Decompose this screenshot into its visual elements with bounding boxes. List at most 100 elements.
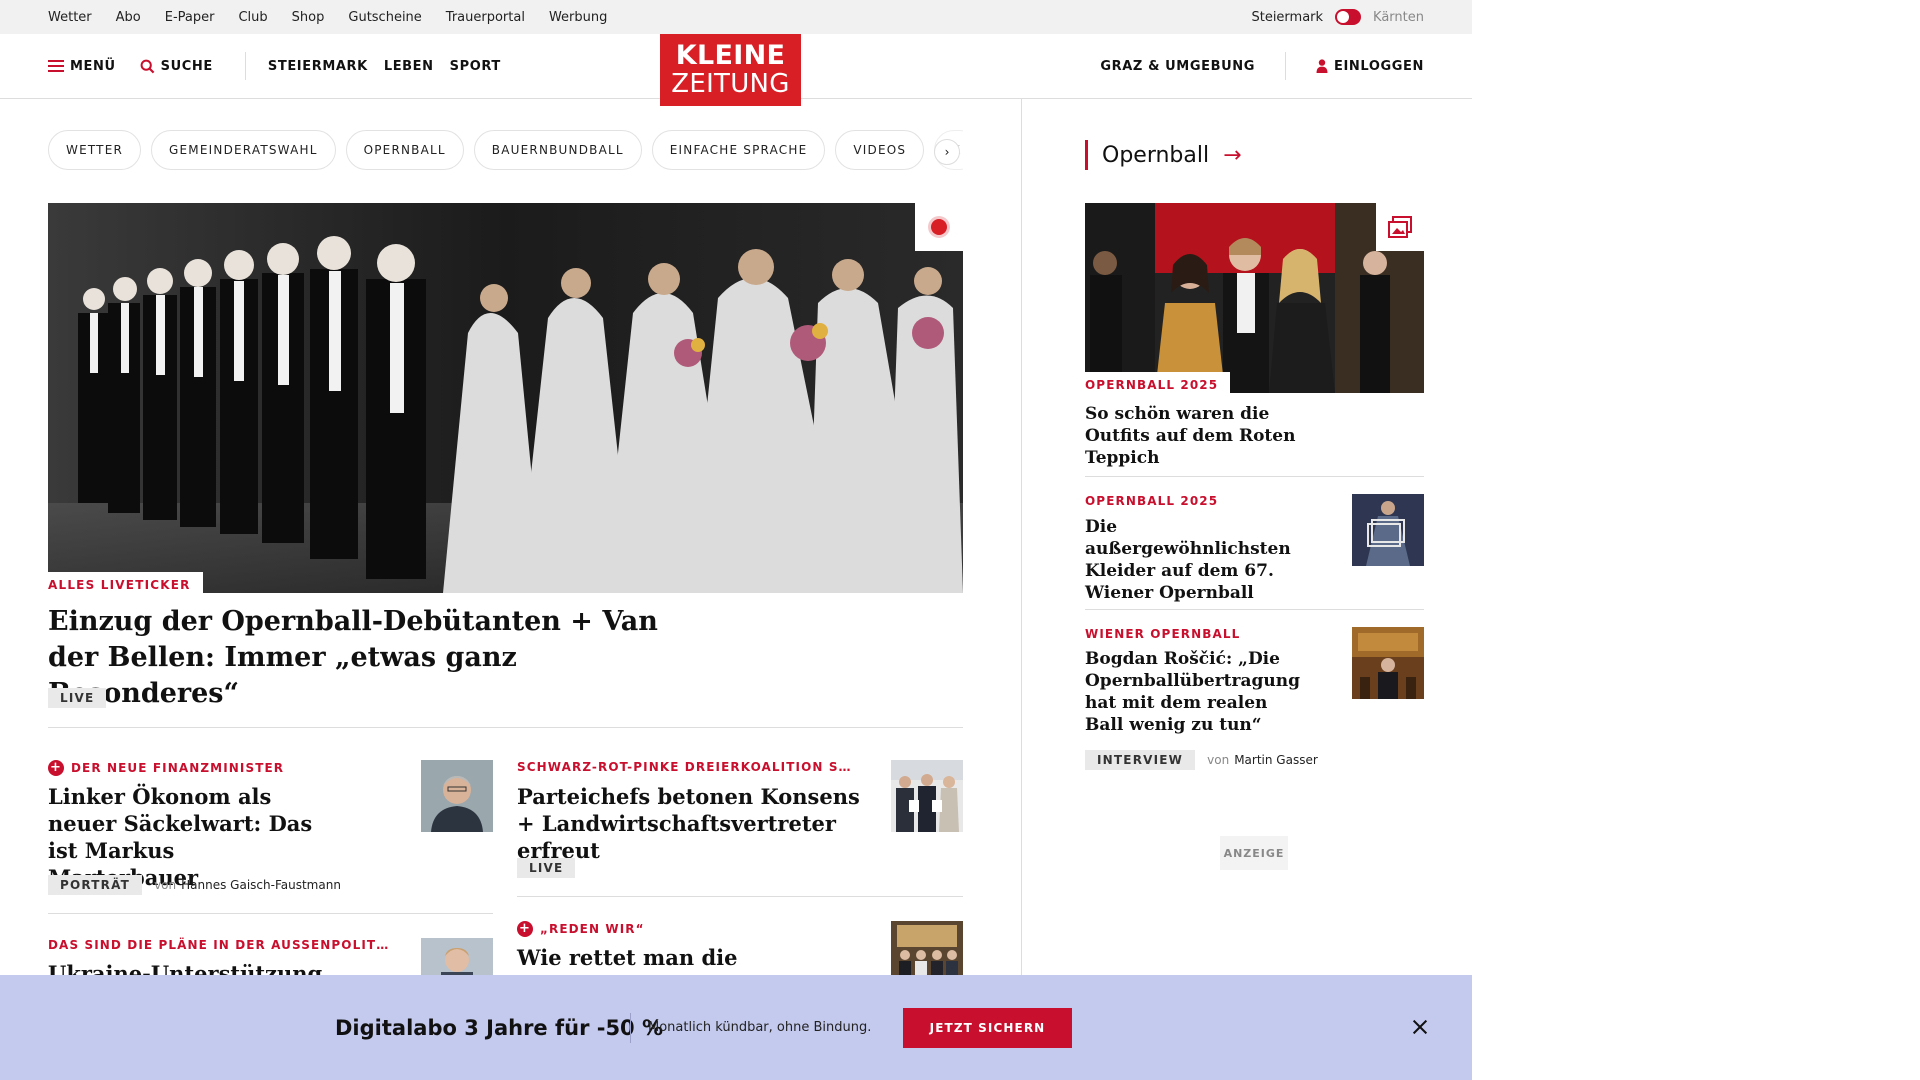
sidebar-3-headline[interactable]: Bogdan Roščić: „Die Opernballübertragung… (1085, 648, 1300, 736)
utility-link-epaper[interactable]: E-Paper (165, 10, 215, 25)
utility-link-gutscheine[interactable]: Gutscheine (348, 10, 421, 25)
region-active-label[interactable]: Steiermark (1251, 10, 1323, 25)
teaser-4-headline[interactable]: Wie rettet man die (517, 944, 847, 971)
page: Wetter Abo E-Paper Club Shop Gutscheine … (0, 0, 1472, 1080)
sidebar-2-thumbnail[interactable] (1352, 494, 1424, 566)
teaser-2-divider (517, 896, 963, 897)
sidebar-3-kicker[interactable]: WIENER OPERNBALL (1085, 627, 1240, 641)
topic-pill-bauernbundball[interactable]: BAUERNBUNDBALL (473, 130, 642, 170)
teaser-1-kicker[interactable]: + DER NEUE FINANZMINISTER (48, 760, 284, 776)
sidebar-1-headline[interactable]: So schön waren die Outfits auf dem Roten… (1085, 403, 1335, 469)
promo-headline: Digitalabo 3 Jahre für -50 % (335, 1015, 664, 1040)
local-edition-link[interactable]: GRAZ & UMGEBUNG (1100, 59, 1255, 74)
teaser-1-divider (48, 913, 493, 914)
sidebar-3-author[interactable]: Martin Gasser (1234, 753, 1318, 767)
hero-headline[interactable]: Einzug der Opernball-Debütanten + Van de… (48, 604, 688, 712)
gallery-indicator (1376, 203, 1424, 251)
utility-link-wetter[interactable]: Wetter (48, 10, 92, 25)
region-other-label[interactable]: Kärnten (1373, 10, 1424, 25)
premium-plus-icon: + (517, 921, 533, 937)
opernball-section-link[interactable]: Opernball → (1085, 140, 1242, 170)
utility-link-trauerportal[interactable]: Trauerportal (446, 10, 525, 25)
premium-plus-icon: + (48, 760, 64, 776)
sidebar-divider-1 (1085, 476, 1424, 477)
hero-photo-debutants (48, 203, 963, 593)
nav-sport[interactable]: SPORT (450, 59, 501, 74)
gallery-icon (1388, 216, 1412, 238)
hero-divider (48, 727, 963, 728)
teaser-4-kicker[interactable]: + „REDEN WIR“ (517, 921, 645, 937)
menu-label: MENÜ (70, 58, 116, 74)
sidebar-1-kicker[interactable]: OPERNBALL 2025 (1085, 372, 1231, 396)
topic-pill-videos[interactable]: VIDEOS (835, 130, 925, 170)
sidebar-3-byline: INTERVIEW von Martin Gasser (1085, 750, 1318, 770)
hero-kicker[interactable]: ALLES LIVETICKER (48, 572, 203, 596)
login-label: EINLOGGEN (1334, 58, 1424, 74)
teaser-2-headline[interactable]: Parteichefs betonen Konsens + Landwirtsc… (517, 783, 877, 864)
byline-prefix: von (1207, 753, 1230, 767)
promo-divider (630, 1013, 631, 1043)
login-button[interactable]: EINLOGGEN (1316, 59, 1424, 74)
search-button[interactable]: SUCHE (140, 59, 213, 74)
teaser-2-thumbnail[interactable] (891, 760, 963, 832)
teaser-1-author[interactable]: Hannes Gaisch-Faustmann (181, 878, 341, 892)
live-dot-icon (931, 219, 947, 235)
utility-link-shop[interactable]: Shop (292, 10, 325, 25)
gown-photo (1352, 494, 1424, 566)
nav-steiermark[interactable]: STEIERMARK (268, 59, 368, 74)
opera-hall-photo (1352, 627, 1424, 699)
live-indicator (915, 203, 963, 251)
teaser-2-live-badge: LIVE (517, 858, 576, 878)
utility-links: Wetter Abo E-Paper Club Shop Gutscheine … (48, 0, 607, 34)
header-divider-right (1285, 52, 1287, 80)
nav-leben[interactable]: LEBEN (384, 59, 434, 74)
red-carpet-photo (1085, 203, 1424, 393)
topic-pills: WETTER GEMEINDERATSWAHL OPERNBALL BAUERN… (48, 130, 963, 172)
party-leaders-photo (891, 760, 963, 832)
search-icon (140, 59, 155, 73)
teaser-1-byline: PORTRÄT von Hannes Gaisch-Faustmann (48, 875, 341, 895)
byline-prefix: von (154, 878, 177, 892)
hamburger-icon (48, 60, 64, 72)
header-left: MENÜ SUCHE STEIERMARK LEBEN SPORT (48, 34, 501, 98)
teaser-1-thumbnail[interactable] (421, 760, 493, 832)
topic-pill-gemeinderatswahl[interactable]: GEMEINDERATSWAHL (151, 130, 336, 170)
subscription-banner: Digitalabo 3 Jahre für -50 % Monatlich k… (0, 975, 1472, 1080)
region-switch: Steiermark Kärnten (1251, 0, 1424, 34)
hero-live-badge: LIVE (48, 688, 107, 708)
browser-viewport: Wetter Abo E-Paper Club Shop Gutscheine … (0, 0, 1920, 1080)
user-icon (1316, 59, 1328, 73)
sidebar-lead-image[interactable] (1085, 203, 1424, 393)
search-label: SUCHE (160, 58, 213, 74)
teaser-3-kicker[interactable]: DAS SIND DIE PLÄNE IN DER AUSSENPOLIT… (48, 938, 389, 952)
sidebar-2-headline[interactable]: Die außergewöhnlichsten Kleider auf dem … (1085, 516, 1315, 604)
kleine-zeitung-logo[interactable]: KLEINE ZEITUNG (660, 34, 801, 106)
region-toggle[interactable] (1335, 9, 1362, 25)
logo-line-1: KLEINE (675, 40, 786, 71)
teaser-2-kicker[interactable]: SCHWARZ-ROT-PINKE DREIERKOALITION S… (517, 760, 852, 774)
topic-pill-einfache-sprache[interactable]: EINFACHE SPRACHE (651, 130, 826, 170)
sidebar-2-kicker[interactable]: OPERNBALL 2025 (1085, 494, 1218, 508)
topic-pill-wetter[interactable]: WETTER (48, 130, 142, 170)
teaser-4-kicker-text: „REDEN WIR“ (540, 922, 645, 936)
close-icon[interactable] (1408, 1015, 1432, 1039)
header-right: GRAZ & UMGEBUNG EINLOGGEN (1100, 34, 1424, 98)
sidebar-divider-2 (1085, 609, 1424, 610)
sidebar-3-thumbnail[interactable] (1352, 627, 1424, 699)
arrow-right-icon: → (1223, 142, 1242, 168)
hero-image[interactable] (48, 203, 963, 593)
section-accent-bar (1085, 140, 1088, 170)
topics-next-button[interactable]: › (934, 139, 960, 165)
subscribe-button[interactable]: JETZT SICHERN (903, 1008, 1072, 1048)
header-divider (244, 52, 246, 80)
column-divider (1021, 99, 1022, 975)
chevron-right-icon: › (944, 145, 950, 159)
utility-link-club[interactable]: Club (238, 10, 267, 25)
topic-pill-opernball[interactable]: OPERNBALL (345, 130, 464, 170)
teaser-1-badge: PORTRÄT (48, 875, 143, 895)
sidebar-3-badge: INTERVIEW (1085, 750, 1196, 770)
logo-line-2: ZEITUNG (671, 69, 790, 99)
utility-link-werbung[interactable]: Werbung (549, 10, 607, 25)
utility-link-abo[interactable]: Abo (116, 10, 141, 25)
menu-button[interactable]: MENÜ (48, 59, 116, 74)
